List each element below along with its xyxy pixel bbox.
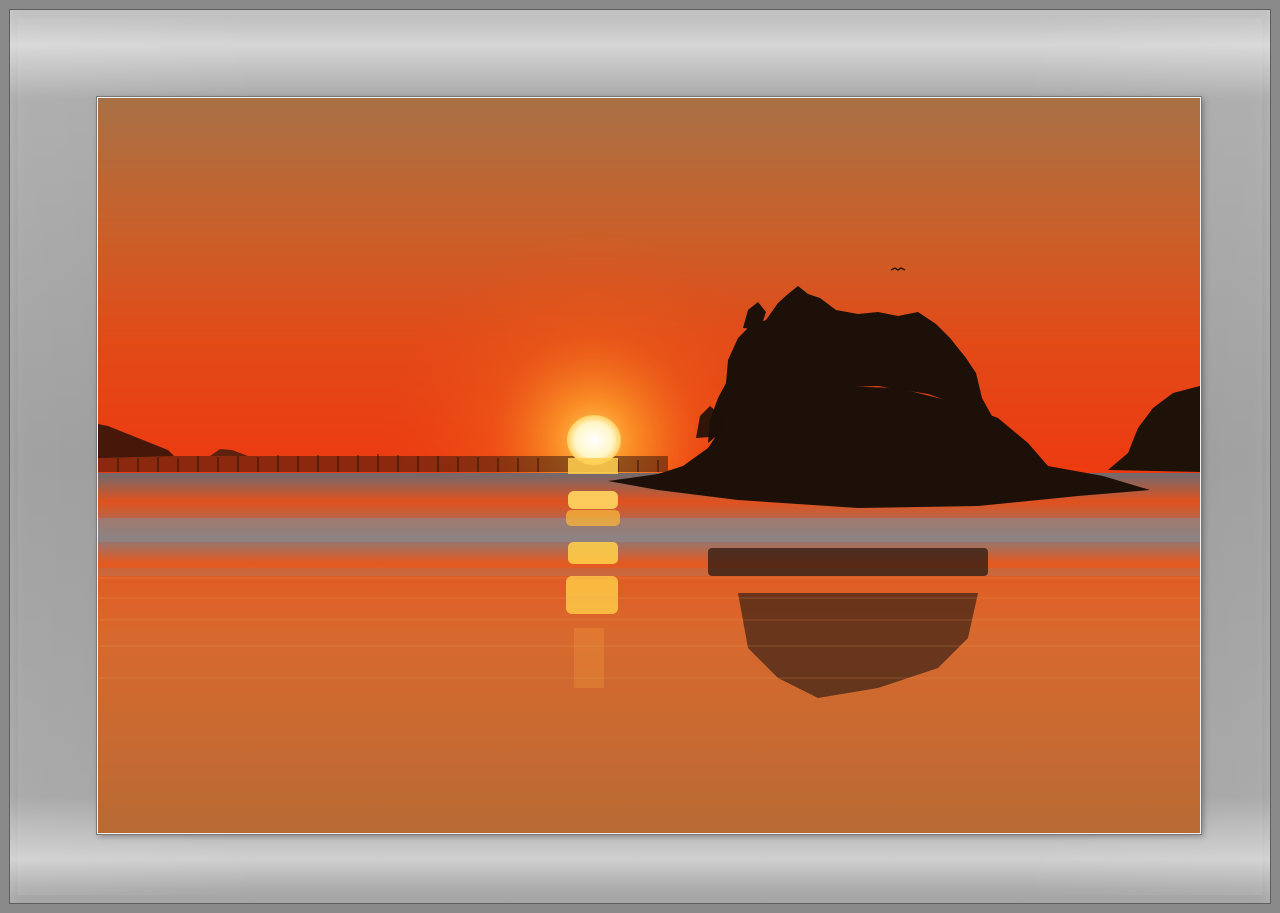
water-band-2 — [98, 568, 1200, 576]
water-band — [98, 518, 1200, 542]
sunset-photo — [98, 98, 1200, 833]
sun-glow — [98, 98, 1200, 475]
sun — [567, 415, 621, 465]
photo-frame — [0, 0, 1280, 913]
sun-base — [568, 458, 618, 474]
photo — [97, 97, 1201, 834]
